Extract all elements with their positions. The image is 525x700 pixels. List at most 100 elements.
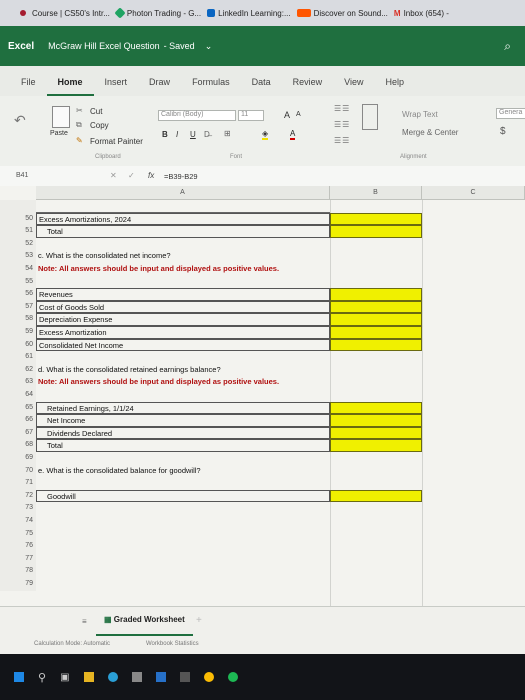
bookmark-linkedin[interactable]: LinkedIn Learning:...: [207, 9, 291, 18]
italic-button[interactable]: I: [176, 130, 178, 139]
row-number[interactable]: 56: [0, 288, 36, 301]
row-number[interactable]: 73: [0, 502, 36, 515]
borders-icon[interactable]: ⊞: [224, 129, 231, 138]
answer-input-cell[interactable]: [330, 426, 422, 440]
teams-icon[interactable]: [179, 672, 190, 682]
cell-b[interactable]: [330, 250, 422, 263]
cell-b[interactable]: [330, 515, 422, 528]
cell-b[interactable]: [330, 528, 422, 541]
fx-label[interactable]: fx: [148, 171, 154, 180]
row-number[interactable]: 50: [0, 212, 36, 226]
format-painter-icon[interactable]: ✎: [76, 136, 83, 145]
cell-a[interactable]: Note: All answers should be input and di…: [36, 376, 330, 389]
bookmark-gmail[interactable]: M Inbox (654) -: [394, 9, 449, 18]
cell-a[interactable]: c. What is the consolidated net income?: [36, 250, 330, 263]
answer-input-cell[interactable]: [330, 288, 422, 301]
chevron-down-icon[interactable]: ⌄: [205, 41, 213, 52]
cell-a[interactable]: Cost of Goods Sold: [36, 300, 330, 314]
tab-draw[interactable]: Draw: [138, 77, 181, 96]
align-center-icon[interactable]: ☰☰: [334, 120, 350, 129]
cell-a[interactable]: [36, 276, 330, 289]
tab-data[interactable]: Data: [241, 77, 282, 96]
strikethrough-icon[interactable]: D̶: [204, 130, 210, 139]
cut-icon[interactable]: ✂: [76, 106, 83, 115]
sheet-list-icon[interactable]: ≡: [82, 617, 87, 626]
shrink-font-button[interactable]: A: [296, 111, 301, 118]
row-number[interactable]: 62: [0, 363, 36, 377]
row-number[interactable]: 63: [0, 376, 36, 389]
cell-a[interactable]: Dividends Declared: [36, 426, 330, 440]
search-icon[interactable]: ⌕: [504, 39, 511, 54]
row-number[interactable]: 76: [0, 540, 36, 553]
copy-button[interactable]: Copy: [90, 121, 109, 130]
font-name-select[interactable]: Calibri (Body): [158, 110, 236, 121]
currency-button[interactable]: $: [500, 126, 506, 137]
row-number[interactable]: 77: [0, 552, 36, 566]
mail-icon[interactable]: [155, 672, 166, 682]
answer-input-cell[interactable]: [330, 414, 422, 427]
answer-input-cell[interactable]: [330, 326, 422, 339]
answer-input-cell[interactable]: [330, 300, 422, 314]
cell-a[interactable]: [36, 515, 330, 528]
cell-a[interactable]: Depreciation Expense: [36, 313, 330, 326]
cell-b[interactable]: [330, 565, 422, 578]
cell-b[interactable]: [330, 553, 422, 566]
row-number[interactable]: 79: [0, 578, 36, 591]
spotify-icon[interactable]: [227, 672, 238, 682]
cell-a[interactable]: Total: [36, 439, 330, 452]
font-color-icon[interactable]: A: [290, 129, 296, 140]
cancel-icon[interactable]: ✕: [110, 171, 117, 180]
edge-icon[interactable]: [107, 672, 118, 682]
row-number[interactable]: 60: [0, 338, 36, 352]
row-number[interactable]: 69: [0, 452, 36, 465]
answer-input-cell[interactable]: [330, 225, 422, 238]
cell-a[interactable]: e. What is the consolidated balance for …: [36, 465, 330, 478]
answer-input-cell[interactable]: [330, 401, 422, 415]
answer-input-cell[interactable]: [330, 212, 422, 226]
cell-b[interactable]: [330, 376, 422, 389]
row-number[interactable]: 59: [0, 326, 36, 339]
row-number[interactable]: 71: [0, 477, 36, 490]
cell-a[interactable]: Excess Amortization: [36, 326, 330, 339]
cell-a[interactable]: Note: All answers should be input and di…: [36, 263, 330, 276]
wrap-text-button[interactable]: Wrap Text: [402, 110, 438, 119]
cell-a[interactable]: [36, 540, 330, 553]
cell-a[interactable]: [36, 452, 330, 465]
search-icon[interactable]: ⚲: [38, 671, 46, 684]
cell-b[interactable]: [330, 200, 422, 213]
cell-a[interactable]: Excess Amortizations, 2024: [36, 212, 330, 226]
merge-center-button[interactable]: Merge & Center: [402, 128, 458, 137]
cell-a[interactable]: [36, 502, 330, 515]
cell-b[interactable]: [330, 364, 422, 377]
cell-a[interactable]: [36, 578, 330, 591]
cell-b[interactable]: [330, 389, 422, 402]
tab-home[interactable]: Home: [46, 77, 94, 96]
bold-button[interactable]: B: [162, 130, 168, 139]
cell-a[interactable]: [36, 389, 330, 402]
tab-formulas[interactable]: Formulas: [181, 77, 241, 96]
row-number[interactable]: 57: [0, 300, 36, 314]
align-top-icon[interactable]: ☰☰: [334, 104, 350, 113]
font-size-select[interactable]: 11: [238, 110, 264, 121]
row-number[interactable]: [0, 200, 36, 213]
number-format-select[interactable]: Genera: [496, 108, 525, 119]
row-number[interactable]: 72: [0, 489, 36, 503]
cell-b[interactable]: [330, 452, 422, 465]
task-view-icon[interactable]: ▣: [60, 672, 69, 683]
cell-b[interactable]: [330, 263, 422, 276]
answer-input-cell[interactable]: [330, 313, 422, 326]
windows-start-icon[interactable]: [14, 672, 24, 682]
row-number[interactable]: 53: [0, 250, 36, 263]
paste-icon[interactable]: [52, 106, 70, 128]
cell-a[interactable]: Net Income: [36, 414, 330, 427]
answer-input-cell[interactable]: [330, 338, 422, 352]
cell-a[interactable]: Consolidated Net Income: [36, 338, 330, 352]
cell-a[interactable]: d. What is the consolidated retained ear…: [36, 364, 330, 377]
row-number[interactable]: 70: [0, 464, 36, 478]
column-header-C[interactable]: C: [422, 186, 525, 200]
format-painter-button[interactable]: Format Painter: [90, 137, 143, 146]
tab-insert[interactable]: Insert: [94, 77, 139, 96]
grow-font-button[interactable]: A: [284, 110, 290, 120]
copy-icon[interactable]: ⧉: [76, 120, 82, 130]
row-number[interactable]: 75: [0, 527, 36, 541]
